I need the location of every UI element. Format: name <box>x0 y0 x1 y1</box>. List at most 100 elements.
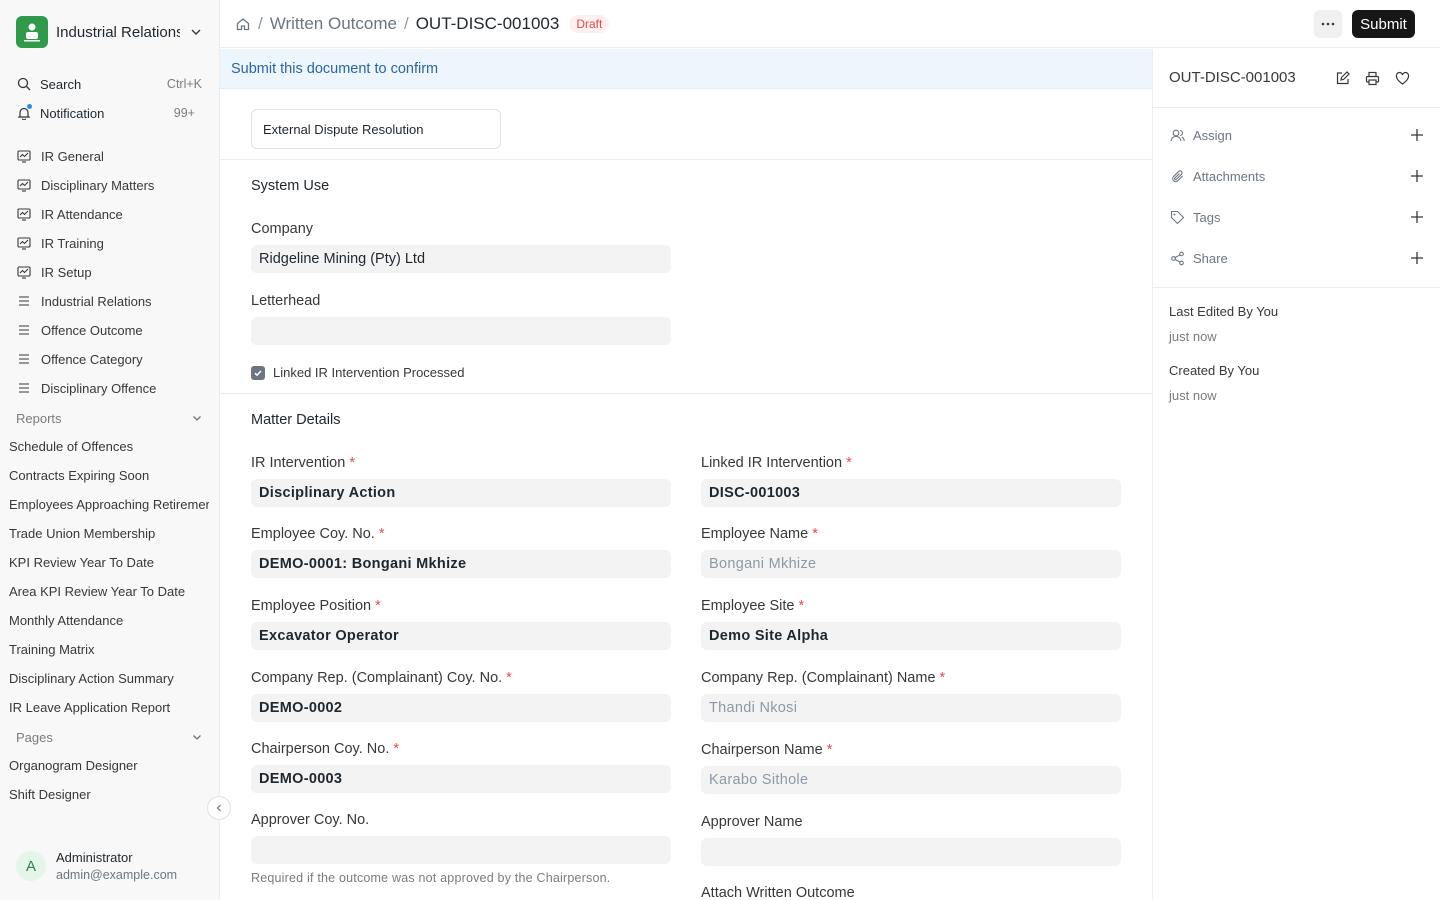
employee-site-field[interactable]: Demo Site Alpha <box>701 622 1121 650</box>
sidebar-item-label: Offence Outcome <box>41 322 143 338</box>
letterhead-label: Letterhead <box>251 293 321 309</box>
edit-icon[interactable] <box>1333 69 1351 87</box>
divider <box>1153 107 1440 108</box>
pages-section-label: Pages <box>16 729 53 745</box>
submit-banner: Submit this document to confirm <box>220 49 1152 89</box>
breadcrumb-separator: / <box>403 14 409 33</box>
sidebar-search[interactable]: Search Ctrl+K <box>8 71 210 97</box>
report-link[interactable]: Employees Approaching Retirement <box>9 493 209 515</box>
user-menu[interactable]: A Administrator admin@example.com <box>16 846 212 886</box>
print-icon[interactable] <box>1363 69 1381 87</box>
sidebar-item-label: Disciplinary Matters <box>41 177 155 193</box>
panel-row-label: Tags <box>1193 209 1221 225</box>
approver-coy-field[interactable] <box>251 836 671 864</box>
last-edited-time: just now <box>1169 329 1217 344</box>
employee-coy-field[interactable]: DEMO-0001: Bongani Mkhize <box>251 550 671 578</box>
company-field[interactable]: Ridgeline Mining (Pty) Ltd <box>251 245 671 273</box>
reports-section-toggle[interactable]: Reports <box>16 407 204 429</box>
breadcrumb-current: OUT-DISC-001003 <box>415 14 560 33</box>
sidebar-item-label: Disciplinary Offence <box>41 380 157 396</box>
bell-icon <box>16 104 32 121</box>
heart-icon[interactable] <box>1393 69 1411 87</box>
page-link[interactable]: Organogram Designer <box>9 754 209 776</box>
sidebar-item-ir-setup[interactable]: IR Setup <box>8 259 210 285</box>
sidebar-item-disciplinary-matters[interactable]: Disciplinary Matters <box>8 172 210 198</box>
report-link[interactable]: Trade Union Membership <box>9 522 209 544</box>
sidebar: Industrial Relations Search Ctrl+K Notif… <box>0 0 220 900</box>
sidebar-item-offence-category[interactable]: Offence Category <box>8 346 210 372</box>
chevron-left-icon <box>216 804 221 812</box>
list-icon <box>16 293 32 309</box>
chairperson-coy-field[interactable]: DEMO-0003 <box>251 765 671 793</box>
collapse-sidebar-button[interactable] <box>207 796 231 820</box>
list-icon <box>16 351 32 367</box>
dispute-type-field[interactable]: External Dispute Resolution <box>251 109 501 149</box>
workspace-icon <box>16 264 32 280</box>
notification-label: Notification <box>40 105 105 121</box>
add-tags-plus-icon[interactable] <box>1409 209 1425 225</box>
sidebar-item-label: IR General <box>41 148 104 164</box>
page-link[interactable]: Shift Designer <box>9 783 209 805</box>
company-rep-coy-field[interactable]: DEMO-0002 <box>251 694 671 722</box>
chevron-down-icon <box>190 411 204 428</box>
letterhead-field[interactable] <box>251 317 671 345</box>
sidebar-item-label: Offence Category <box>41 351 143 367</box>
report-link[interactable]: KPI Review Year To Date <box>9 551 209 573</box>
employee-name-label: Employee Name * <box>701 526 818 542</box>
chairperson-name-label: Chairperson Name * <box>701 742 833 758</box>
linked-ir-intervention-field[interactable]: DISC-001003 <box>701 479 1121 507</box>
company-rep-coy-label: Company Rep. (Complainant) Coy. No. * <box>251 670 512 686</box>
pages-section-toggle[interactable]: Pages <box>16 726 204 748</box>
user-name: Administrator <box>56 850 133 865</box>
section-title-matter-details: Matter Details <box>251 412 341 428</box>
sidebar-item-offence-outcome[interactable]: Offence Outcome <box>8 317 210 343</box>
linked-ir-processed-checkbox[interactable]: Linked IR Intervention Processed <box>251 365 465 380</box>
report-link[interactable]: Disciplinary Action Summary <box>9 667 209 689</box>
report-link[interactable]: Monthly Attendance <box>9 609 209 631</box>
submit-button[interactable]: Submit <box>1352 10 1415 38</box>
breadcrumb: / Written Outcome / OUT-DISC-001003 Draf… <box>235 12 610 36</box>
app-switcher[interactable]: Industrial Relations <box>16 16 204 48</box>
chairperson-name-field: Karabo Sithole <box>701 766 1121 794</box>
company-label: Company <box>251 221 314 237</box>
divider <box>220 393 1152 394</box>
add-share-plus-icon[interactable] <box>1409 250 1425 266</box>
sidebar-item-industrial-relations[interactable]: Industrial Relations <box>8 288 210 314</box>
ir-intervention-field[interactable]: Disciplinary Action <box>251 479 671 507</box>
report-link[interactable]: Area KPI Review Year To Date <box>9 580 209 602</box>
workspace-icon <box>16 235 32 251</box>
breadcrumb-parent[interactable]: Written Outcome <box>270 14 397 34</box>
sidebar-notification[interactable]: Notification 99+ <box>8 100 210 126</box>
approver-help-text: Required if the outcome was not approved… <box>251 871 611 885</box>
report-link[interactable]: IR Leave Application Report <box>9 696 209 718</box>
attach-written-outcome-label: Attach Written Outcome <box>701 885 855 900</box>
user-email: admin@example.com <box>56 868 178 882</box>
company-rep-name-field: Thandi Nkosi <box>701 694 1121 722</box>
more-actions-button[interactable] <box>1314 10 1342 38</box>
add-attachments-plus-icon[interactable] <box>1409 168 1425 184</box>
home-icon[interactable] <box>235 16 251 32</box>
add-assign-plus-icon[interactable] <box>1409 127 1425 143</box>
workspace-icon <box>16 177 32 193</box>
divider <box>220 159 1152 160</box>
document-name: OUT-DISC-001003 <box>1169 69 1296 86</box>
report-link[interactable]: Training Matrix <box>9 638 209 660</box>
approver-name-field[interactable] <box>701 838 1121 866</box>
created-time: just now <box>1169 388 1217 403</box>
section-title-system-use: System Use <box>251 178 330 194</box>
report-link[interactable]: Schedule of Offences <box>9 435 209 457</box>
sidebar-item-disciplinary-offence[interactable]: Disciplinary Offence <box>8 375 210 401</box>
status-badge: Draft <box>569 15 610 33</box>
sidebar-item-ir-training[interactable]: IR Training <box>8 230 210 256</box>
sidebar-item-label: Industrial Relations <box>41 293 152 309</box>
sidebar-item-ir-general[interactable]: IR General <box>8 143 210 169</box>
ellipsis-icon <box>1321 22 1335 26</box>
sidebar-document-panel: OUT-DISC-001003 Assign Attachments Tags Sha… <box>1152 49 1440 900</box>
report-link[interactable]: Contracts Expiring Soon <box>9 464 209 486</box>
sidebar-item-ir-attendance[interactable]: IR Attendance <box>8 201 210 227</box>
search-icon <box>16 76 32 92</box>
employee-position-field[interactable]: Excavator Operator <box>251 622 671 650</box>
tag-icon <box>1169 209 1185 225</box>
search-shortcut: Ctrl+K <box>166 77 202 91</box>
avatar: A <box>16 851 46 881</box>
